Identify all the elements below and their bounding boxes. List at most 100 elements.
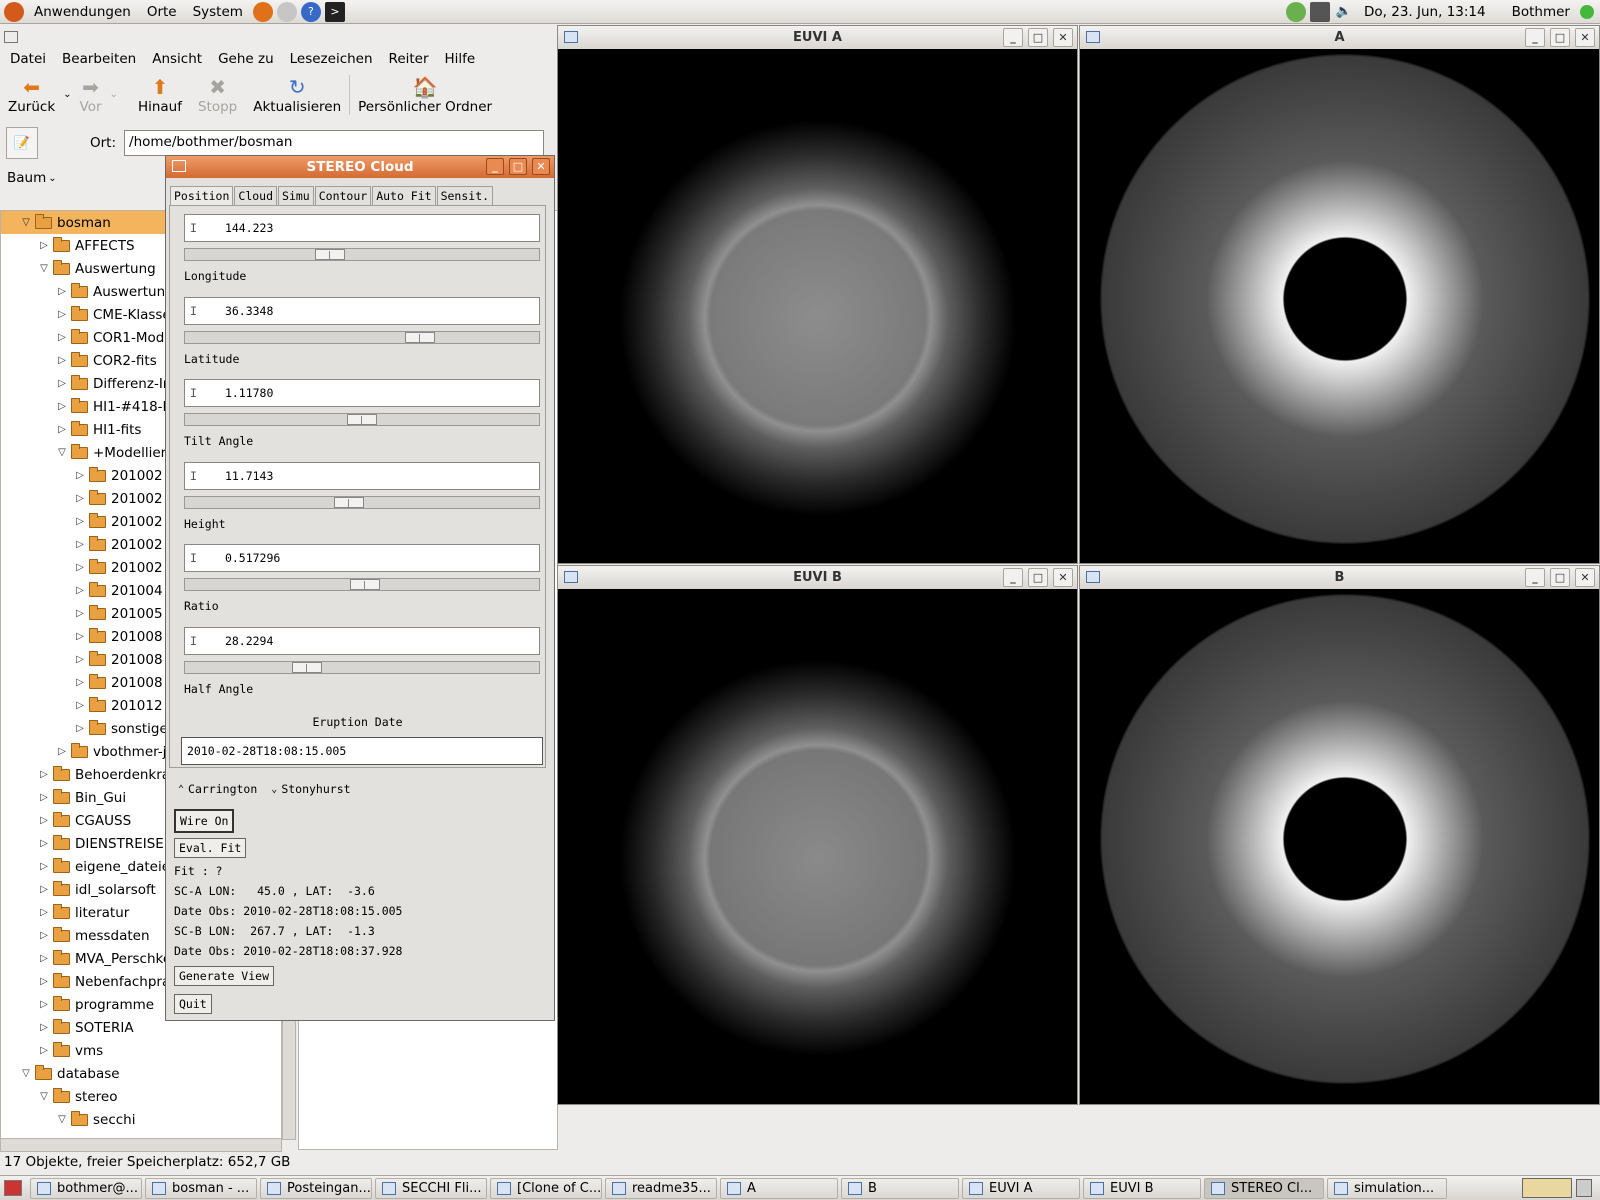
back-button[interactable]: ⬅ Zurück [0, 75, 63, 115]
minimize-icon[interactable]: _ [486, 158, 504, 175]
expander-closed-icon[interactable]: ▷ [35, 907, 53, 918]
tab-position[interactable]: Position [170, 186, 234, 205]
taskbar-button[interactable]: Posteingan... [260, 1177, 372, 1199]
ubuntu-logo-icon[interactable] [4, 1, 24, 22]
tab-auto-fit[interactable]: Auto Fit [372, 186, 436, 205]
slider-thumb[interactable] [334, 496, 364, 508]
back-history-dropdown[interactable]: ⌄ [63, 89, 71, 100]
help-icon[interactable]: ? [300, 1, 321, 22]
param-slider-2[interactable] [184, 413, 540, 426]
up-button[interactable]: ⬆ Hinauf [130, 75, 190, 115]
wire-on-button[interactable]: Wire On [174, 809, 235, 833]
minimize-icon[interactable]: _ [1003, 28, 1023, 47]
param-slider-5[interactable] [184, 660, 540, 674]
taskbar-button[interactable]: simulation... [1327, 1177, 1447, 1199]
expander-open-icon[interactable]: ▽ [53, 1114, 71, 1125]
param-input-2[interactable]: I 1.11780 [184, 379, 540, 407]
taskbar-button[interactable]: bothmer@... [30, 1177, 142, 1199]
expander-closed-icon[interactable]: ▷ [71, 631, 89, 642]
network-icon[interactable] [1285, 1, 1306, 22]
euvi-b-window[interactable]: EUVI B _ □ ✕ [557, 565, 1078, 1105]
expander-closed-icon[interactable]: ▷ [71, 677, 89, 688]
expander-closed-icon[interactable]: ▷ [53, 309, 71, 320]
expander-closed-icon[interactable]: ▷ [71, 470, 89, 481]
expander-closed-icon[interactable]: ▷ [53, 401, 71, 412]
terminal-icon[interactable]: > [324, 1, 345, 22]
view-selector[interactable]: Baum [7, 170, 46, 186]
user-name[interactable]: Bothmer [1504, 4, 1578, 20]
slider-thumb[interactable] [315, 249, 345, 260]
expander-closed-icon[interactable]: ▷ [71, 723, 89, 734]
expander-closed-icon[interactable]: ▷ [35, 861, 53, 872]
maximize-icon[interactable]: □ [1028, 568, 1048, 587]
window-menu-icon[interactable] [4, 31, 18, 43]
radio-carrington[interactable]: ⌃ [178, 784, 184, 795]
menu-places[interactable]: Orte [139, 4, 185, 20]
close-icon[interactable]: ✕ [532, 158, 550, 175]
expander-closed-icon[interactable]: ▷ [35, 769, 53, 780]
firefox-icon[interactable] [252, 1, 273, 22]
radio-stonyhurst[interactable]: ⌄ [271, 784, 277, 795]
maximize-icon[interactable]: □ [1028, 28, 1048, 47]
close-icon[interactable]: ✕ [1053, 568, 1073, 587]
taskbar-button[interactable]: B [841, 1177, 959, 1199]
home-folder-button[interactable]: 🏠 Persönlicher Ordner [349, 75, 500, 115]
expander-closed-icon[interactable]: ▷ [35, 976, 53, 987]
stereo-cloud-titlebar[interactable]: STEREO Cloud _ □ ✕ [166, 156, 554, 178]
slider-thumb[interactable] [350, 579, 380, 590]
tab-sensit[interactable]: Sensit. [436, 186, 494, 205]
expander-closed-icon[interactable]: ▷ [71, 585, 89, 596]
tree-item[interactable]: ▷ vms [1, 1039, 281, 1062]
forward-button[interactable]: ➡ Vor [72, 75, 110, 115]
param-slider-4[interactable] [184, 578, 540, 591]
display-icon[interactable] [1309, 1, 1330, 22]
param-input-0[interactable]: I 144.223 [184, 214, 540, 242]
reload-button[interactable]: ↻ Aktualisieren [245, 75, 349, 115]
expander-closed-icon[interactable]: ▷ [53, 746, 71, 757]
maximize-icon[interactable]: □ [1550, 28, 1570, 47]
expander-closed-icon[interactable]: ▷ [35, 792, 53, 803]
slider-thumb[interactable] [405, 331, 435, 343]
expander-closed-icon[interactable]: ▷ [71, 608, 89, 619]
minimize-icon[interactable]: _ [1525, 28, 1545, 47]
menu-system[interactable]: System [185, 4, 251, 20]
expander-open-icon[interactable]: ▽ [35, 1091, 53, 1102]
menu-hilfe[interactable]: Hilfe [437, 51, 484, 67]
menu-applications[interactable]: Anwendungen [26, 4, 139, 20]
quit-button[interactable]: Quit [174, 994, 212, 1014]
taskbar-button[interactable]: SECCHI Fli... [375, 1177, 487, 1199]
expander-closed-icon[interactable]: ▷ [53, 332, 71, 343]
param-slider-3[interactable] [184, 495, 540, 509]
euvi-a-window[interactable]: EUVI A _ □ ✕ [557, 25, 1078, 564]
eval-fit-button[interactable]: Eval. Fit [174, 838, 247, 858]
menu-reiter[interactable]: Reiter [381, 51, 437, 67]
expander-closed-icon[interactable]: ▷ [35, 953, 53, 964]
tree-item[interactable]: ▽ stereo [1, 1085, 281, 1108]
expander-open-icon[interactable]: ▽ [53, 447, 71, 458]
menu-ansicht[interactable]: Ansicht [144, 51, 210, 67]
close-icon[interactable]: ✕ [1053, 28, 1073, 47]
param-slider-0[interactable] [184, 248, 540, 261]
minimize-icon[interactable]: _ [1525, 568, 1545, 587]
tree-item[interactable]: ▽ secchi [1, 1108, 281, 1131]
cor-a-window[interactable]: A _ □ ✕ [1079, 25, 1600, 564]
trash-icon[interactable] [1576, 1179, 1592, 1197]
clock[interactable]: Do, 23. Jun, 13:14 [1356, 4, 1494, 20]
taskbar-button[interactable]: [Clone of C... [490, 1177, 602, 1199]
expander-closed-icon[interactable]: ▷ [35, 815, 53, 826]
cor-a-titlebar[interactable]: A _ □ ✕ [1080, 26, 1599, 49]
tab-contour[interactable]: Contour [314, 186, 372, 205]
menu-bearbeiten[interactable]: Bearbeiten [54, 51, 144, 67]
workspace-switcher[interactable] [1522, 1178, 1572, 1198]
param-slider-1[interactable] [184, 330, 540, 344]
expander-closed-icon[interactable]: ▷ [35, 884, 53, 895]
expander-closed-icon[interactable]: ▷ [35, 838, 53, 849]
volume-icon[interactable]: 🔈 [1336, 4, 1352, 19]
expander-closed-icon[interactable]: ▷ [35, 999, 53, 1010]
stop-button[interactable]: ✖ Stopp [190, 75, 245, 115]
taskbar-button[interactable]: STEREO Cl... [1204, 1177, 1324, 1199]
expander-closed-icon[interactable]: ▷ [71, 562, 89, 573]
taskbar-button[interactable]: readme35... [605, 1177, 717, 1199]
close-icon[interactable]: ✕ [1575, 568, 1595, 587]
slider-thumb[interactable] [292, 661, 322, 673]
